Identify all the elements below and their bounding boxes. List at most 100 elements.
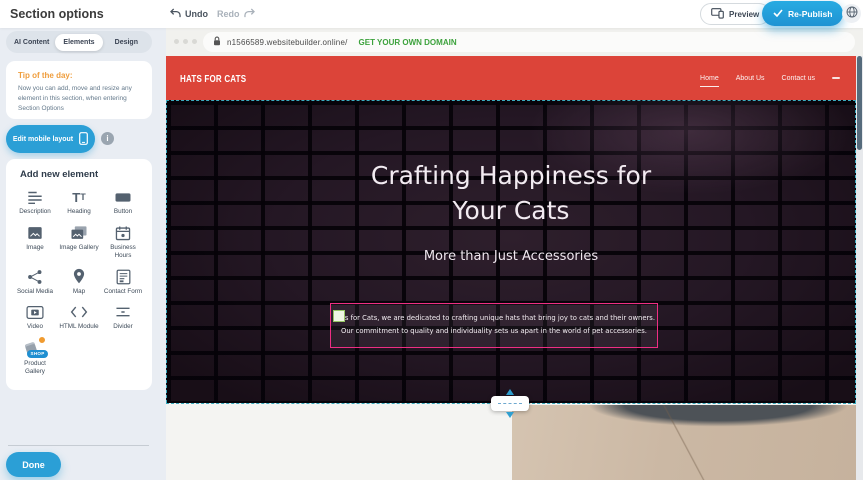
site-logo[interactable]: HATS FOR CATS <box>180 73 246 85</box>
nav-home[interactable]: Home <box>700 75 719 87</box>
element-image[interactable]: Image <box>13 225 57 261</box>
tip-body: Now you can add, move and resize any ele… <box>18 84 140 113</box>
preview-label: Preview <box>729 10 759 19</box>
hero-section[interactable]: Crafting Happiness for Your Cats More th… <box>166 100 856 403</box>
site-url: n1566589.websitebuilder.online/ <box>227 38 348 47</box>
html-module-icon <box>70 304 88 320</box>
notification-badge <box>38 336 46 344</box>
cat-photo <box>512 405 856 480</box>
button-icon <box>113 189 133 205</box>
redo-label: Redo <box>217 9 240 19</box>
edit-mobile-label: Edit mobile layout <box>13 136 73 143</box>
edit-mobile-layout-button[interactable]: Edit mobile layout <box>6 125 95 153</box>
element-label: Product Gallery <box>14 360 56 377</box>
video-icon <box>25 304 45 320</box>
sidebar-divider <box>8 445 149 446</box>
redo-icon <box>244 8 255 20</box>
resize-arrow-down-icon <box>506 412 514 418</box>
phone-icon <box>79 132 88 147</box>
hero-subheading[interactable]: More than Just Accessories <box>167 249 855 264</box>
tip-of-the-day-card: Tip of the day: Now you can add, move an… <box>6 61 152 119</box>
add-element-panel: Add new element Description TT Heading <box>6 159 152 390</box>
element-html-module[interactable]: HTML Module <box>57 304 101 332</box>
shop-badge: SHOP <box>27 350 48 358</box>
contact-form-icon <box>115 269 132 285</box>
check-icon <box>773 9 783 19</box>
social-media-icon <box>26 269 44 285</box>
element-label: Image <box>26 244 44 253</box>
done-button[interactable]: Done <box>6 452 61 477</box>
element-description[interactable]: Description <box>13 189 57 217</box>
resize-grip-icon <box>498 403 522 404</box>
element-label: Divider <box>113 323 133 332</box>
element-image-gallery[interactable]: Image Gallery <box>57 225 101 261</box>
element-label: Video <box>27 323 43 332</box>
image-icon <box>25 225 45 241</box>
divider-icon <box>114 304 132 320</box>
preview-button[interactable]: Preview <box>700 3 770 25</box>
drag-handle[interactable] <box>333 310 345 322</box>
republish-label: Re-Publish <box>788 9 832 19</box>
site-header: HATS FOR CATS Home About Us Contact us <box>166 56 856 100</box>
undo-label: Undo <box>185 9 208 19</box>
element-button[interactable]: Button <box>101 189 145 217</box>
language-globe-button[interactable] <box>842 4 861 23</box>
sidebar: AI Content Elements Design Tip of the da… <box>0 28 166 480</box>
section-resize-handle[interactable] <box>491 396 529 411</box>
element-label: Image Gallery <box>59 244 98 253</box>
element-product-gallery[interactable]: SHOP Product Gallery <box>13 340 57 377</box>
sidebar-tabs: AI Content Elements Design <box>6 31 152 53</box>
undo-icon <box>170 8 181 20</box>
info-icon[interactable]: i <box>101 132 114 145</box>
undo-button[interactable]: Undo <box>170 0 208 28</box>
devices-icon <box>711 8 724 21</box>
element-label: Social Media <box>17 288 53 297</box>
globe-icon <box>846 5 858 23</box>
topbar: Section options Undo Redo Preview Re-Pub… <box>0 0 863 28</box>
element-map[interactable]: Map <box>57 269 101 297</box>
element-label: Heading <box>67 208 90 217</box>
element-label: Contact Form <box>104 288 142 297</box>
element-heading[interactable]: TT Heading <box>57 189 101 217</box>
site-preview: n1566589.websitebuilder.online/ GET YOUR… <box>166 28 863 480</box>
heading-icon: TT <box>72 189 85 205</box>
element-label: Map <box>73 288 85 297</box>
business-hours-icon <box>114 225 132 241</box>
nav-about[interactable]: About Us <box>736 75 765 82</box>
hero-paragraph-line2: Our commitment to quality and individual… <box>331 325 657 338</box>
tab-elements[interactable]: Elements <box>55 34 102 51</box>
add-element-header: Add new element <box>20 169 145 180</box>
element-video[interactable]: Video <box>13 304 57 332</box>
hero-heading[interactable]: Crafting Happiness for Your Cats <box>167 158 855 228</box>
nav-more-icon[interactable] <box>832 77 840 79</box>
get-domain-link[interactable]: GET YOUR OWN DOMAIN <box>359 38 457 47</box>
element-label: Button <box>114 208 132 217</box>
address-bar[interactable]: n1566589.websitebuilder.online/ GET YOUR… <box>203 32 855 52</box>
scrollbar-thumb[interactable] <box>857 56 862 150</box>
site-nav: Home About Us Contact us <box>700 56 840 100</box>
element-contact-form[interactable]: Contact Form <box>101 269 145 297</box>
map-pin-icon <box>72 269 86 285</box>
product-gallery-icon: SHOP <box>23 340 47 357</box>
hero-paragraph-line1: Hats for Cats, we are dedicated to craft… <box>331 312 657 325</box>
image-gallery-icon <box>69 225 89 241</box>
description-icon <box>25 189 45 205</box>
website-builder-app: Section options Undo Redo Preview Re-Pub… <box>0 0 863 480</box>
window-dots-icon <box>174 39 197 44</box>
tab-design[interactable]: Design <box>103 34 150 51</box>
resize-arrow-up-icon <box>506 389 514 395</box>
preview-scrollbar[interactable] <box>856 56 863 480</box>
element-label: Business Hours <box>102 244 144 261</box>
lock-icon <box>213 33 221 51</box>
element-social-media[interactable]: Social Media <box>13 269 57 297</box>
republish-button[interactable]: Re-Publish <box>762 1 843 26</box>
redo-button[interactable]: Redo <box>217 0 255 28</box>
element-grid: Description TT Heading Button Ima <box>13 189 145 377</box>
element-label: HTML Module <box>59 323 98 332</box>
element-business-hours[interactable]: Business Hours <box>101 225 145 261</box>
selected-text-element[interactable]: Hats for Cats, we are dedicated to craft… <box>330 303 658 348</box>
element-label: Description <box>19 208 51 217</box>
tab-ai-content[interactable]: AI Content <box>8 34 55 51</box>
element-divider[interactable]: Divider <box>101 304 145 332</box>
nav-contact[interactable]: Contact us <box>782 75 815 82</box>
